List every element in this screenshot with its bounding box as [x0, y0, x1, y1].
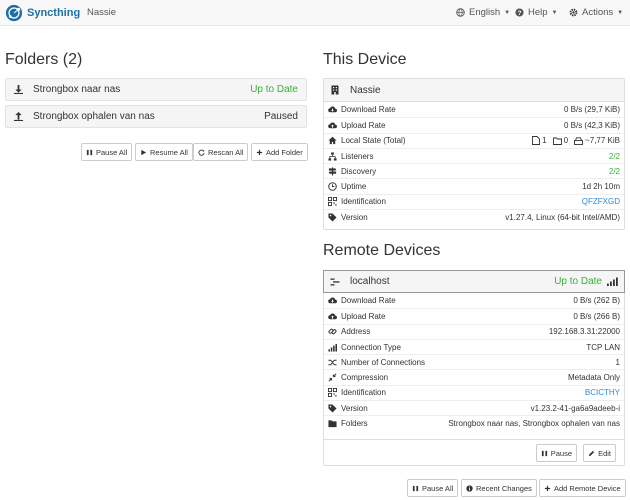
caret-down-icon: ▼ — [551, 9, 558, 16]
folders-title: Folders (2) — [5, 51, 83, 68]
cloud-upload-icon — [328, 313, 337, 320]
remote-devices-title: Remote Devices — [323, 242, 441, 259]
connection-type-row: Connection Type TCP LAN — [324, 338, 624, 354]
download-rate-row: Download Rate 0 B/s (29,7 KiB) — [324, 102, 624, 117]
remote-version-row: Version v1.23.2-41-ga6a9adeeb-i — [324, 400, 624, 415]
device-name: Nassie — [87, 7, 117, 18]
upload-icon — [14, 112, 23, 121]
app-name: Syncthing — [27, 7, 81, 19]
play-icon — [141, 149, 147, 155]
folder-row[interactable]: Strongbox naar nas Up to Date — [5, 78, 307, 101]
refresh-icon — [198, 149, 205, 156]
remote-device-panel: localhost Up to Date Download Rate 0 B/s… — [323, 270, 625, 466]
compression-row: Compression Metadata Only — [324, 369, 624, 384]
compress-icon — [328, 373, 337, 382]
random-icon — [328, 359, 337, 366]
tag-icon — [328, 213, 337, 222]
rescan-all-button[interactable]: Rescan All — [193, 143, 249, 161]
plus-icon — [544, 485, 551, 491]
upload-rate-row: Upload Rate 0 B/s (42,3 KiB) — [324, 117, 624, 132]
plus-icon — [256, 149, 263, 155]
caret-down-icon: ▼ — [617, 9, 624, 16]
cloud-upload-icon — [328, 122, 337, 129]
discovery-row: Discovery 2/2 — [324, 163, 624, 178]
local-state-value: 1 0 ~7,77 KiB — [532, 136, 620, 145]
listeners-row: Listeners 2/2 — [324, 147, 624, 163]
help-menu[interactable]: ? Help ▼ — [515, 7, 558, 18]
sitemap-icon — [328, 151, 337, 161]
this-device-table: Download Rate 0 B/s (29,7 KiB) Upload Ra… — [324, 102, 624, 224]
remote-upload-row: Upload Rate 0 B/s (266 B) — [324, 308, 624, 323]
remote-device-header[interactable]: localhost Up to Date — [323, 270, 625, 293]
cloud-download-icon — [328, 106, 337, 113]
language-menu[interactable]: English ▼ — [456, 7, 510, 18]
info-circle-icon — [466, 484, 473, 492]
this-device-name: Nassie — [350, 84, 381, 96]
globe-icon — [456, 8, 465, 17]
remote-device-table: Download Rate 0 B/s (262 B) Upload Rate … — [324, 293, 624, 431]
home-icon — [328, 136, 337, 145]
pause-device-button[interactable]: Pause — [535, 444, 577, 462]
connections-count-row: Number of Connections 1 — [324, 354, 624, 369]
pause-all-devices-button[interactable]: Pause All — [407, 479, 459, 497]
edit-device-button[interactable]: Edit — [583, 444, 616, 462]
signal-icon — [328, 343, 337, 352]
pause-icon — [412, 485, 419, 491]
remote-device-name: localhost — [350, 276, 390, 287]
this-device-header[interactable]: Nassie — [324, 79, 624, 102]
remote-identification-row: Identification BCICTHY — [324, 384, 624, 400]
tag-icon — [328, 404, 337, 413]
uptime-row: Uptime 1d 2h 10m — [324, 178, 624, 193]
pause-icon — [541, 450, 547, 456]
folder-status: Paused — [264, 111, 298, 122]
address-row: Address 192.168.3.31:22000 — [324, 323, 624, 339]
add-folder-button[interactable]: Add Folder — [251, 143, 308, 161]
remote-device-footer: Pause Edit — [324, 439, 624, 465]
this-device-panel: Nassie Download Rate 0 B/s (29,7 KiB) Up… — [323, 78, 625, 230]
pause-icon — [86, 149, 93, 155]
folder-name: Strongbox naar nas — [33, 84, 121, 95]
signal-strength-icon — [607, 277, 618, 286]
language-label: English — [469, 7, 501, 18]
qrcode-icon — [328, 197, 337, 207]
server-icon — [330, 278, 340, 285]
signpost-icon — [328, 167, 337, 176]
folder-status: Up to Date — [250, 84, 298, 95]
qrcode-icon — [328, 388, 337, 398]
this-device-title: This Device — [323, 51, 407, 68]
recent-changes-button[interactable]: Recent Changes — [461, 479, 537, 497]
question-circle-icon: ? — [515, 8, 524, 17]
clock-icon — [328, 182, 337, 191]
actions-menu[interactable]: Actions ▼ — [569, 7, 623, 18]
local-state-row: Local State (Total) 1 0 ~7,77 KiB — [324, 132, 624, 148]
file-icon — [532, 136, 541, 146]
pencil-icon — [588, 450, 595, 456]
link-icon — [328, 328, 337, 335]
actions-label: Actions — [582, 7, 614, 18]
remote-download-row: Download Rate 0 B/s (262 B) — [324, 293, 624, 308]
help-label: Help — [528, 7, 548, 18]
hdd-icon — [574, 137, 584, 145]
shared-folders-row: Folders Strongbox naar nas, Strongbox op… — [324, 415, 624, 430]
pause-all-folders-button[interactable]: Pause All — [81, 143, 133, 161]
folder-name: Strongbox ophalen van nas — [33, 111, 155, 122]
navbar: Syncthing Nassie English ▼ ? Help ▼ Acti… — [0, 0, 630, 26]
cloud-download-icon — [328, 297, 337, 304]
identification-row: Identification QFZFXGD — [324, 193, 624, 209]
svg-text:?: ? — [518, 10, 522, 17]
building-icon — [331, 85, 339, 95]
brand[interactable]: Syncthing — [5, 3, 80, 23]
folder-row[interactable]: Strongbox ophalen van nas Paused — [5, 105, 307, 128]
add-remote-device-button[interactable]: Add Remote Device — [539, 479, 626, 497]
gear-icon — [569, 8, 578, 17]
caret-down-icon: ▼ — [504, 9, 511, 16]
remote-device-status: Up to Date — [554, 276, 602, 287]
syncthing-logo-icon — [5, 4, 23, 22]
folder-icon — [328, 420, 337, 428]
folder-icon — [552, 137, 562, 145]
resume-all-button[interactable]: Resume All — [135, 143, 193, 161]
version-row: Version v1.27.4, Linux (64-bit Intel/AMD… — [324, 209, 624, 224]
download-icon — [14, 85, 23, 94]
